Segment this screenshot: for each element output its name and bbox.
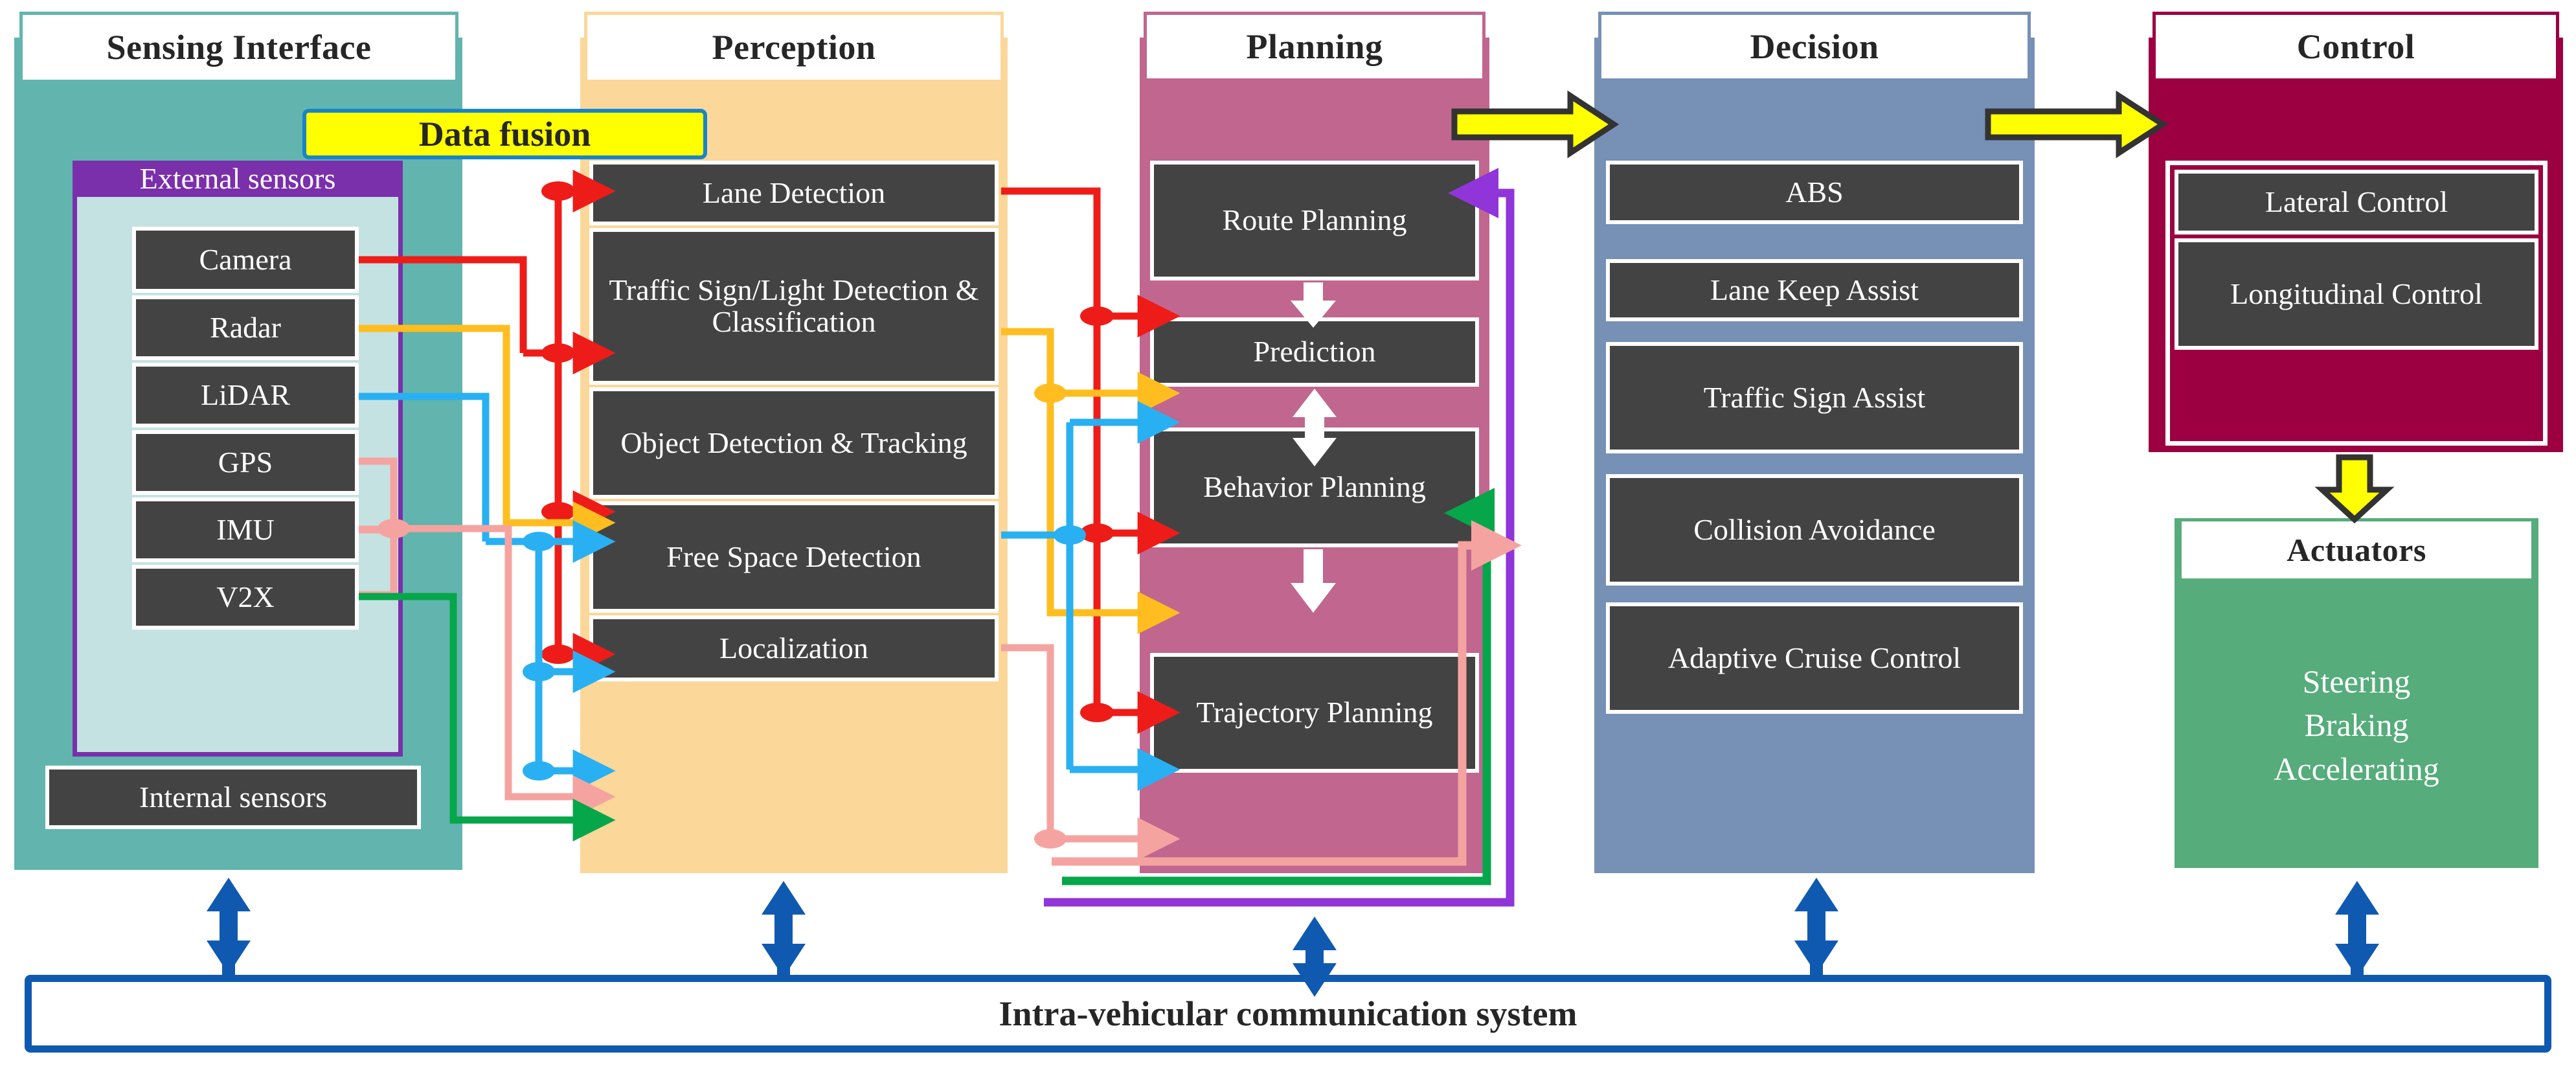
internal-sensors-label: Internal sensors	[139, 780, 327, 814]
planning-trajectory-planning-label: Trajectory Planning	[1196, 696, 1433, 729]
decision-lane-keep-assist-label: Lane Keep Assist	[1710, 273, 1919, 306]
bus-arrow-perception	[762, 881, 806, 977]
intra-vehicular-bus-label: Intra-vehicular communication system	[999, 994, 1577, 1033]
control-lateral-control-label: Lateral Control	[2265, 185, 2448, 218]
sensor-gps-label: GPS	[218, 445, 273, 479]
data-fusion-label: Data fusion	[418, 114, 591, 154]
sensor-v2x[interactable]: V2X	[132, 565, 359, 630]
perception-free-space[interactable]: Free Space Detection	[589, 501, 999, 613]
planning-prediction[interactable]: Prediction	[1150, 317, 1479, 387]
decision-traffic-sign-assist[interactable]: Traffic Sign Assist	[1606, 342, 2023, 453]
internal-sensors-block[interactable]: Internal sensors	[45, 766, 421, 829]
wire-camera-junctions	[541, 181, 575, 664]
control-header: Control	[2152, 12, 2559, 82]
sensing-interface-header-label: Sensing Interface	[106, 28, 372, 67]
decision-collision-avoidance-label: Collision Avoidance	[1693, 512, 1936, 546]
sensor-v2x-label: V2X	[216, 580, 275, 613]
wire-perception-red-junctions	[1080, 306, 1114, 722]
decision-header-label: Decision	[1750, 27, 1879, 66]
sensor-radar[interactable]: Radar	[132, 295, 359, 360]
perception-localization[interactable]: Localization	[589, 615, 999, 681]
wire-perception-yellow-junction	[1034, 383, 1067, 403]
planning-prediction-label: Prediction	[1253, 335, 1376, 369]
sensor-imu-label: IMU	[216, 512, 275, 546]
planning-route-planning[interactable]: Route Planning	[1150, 161, 1479, 280]
sensing-interface-header: Sensing Interface	[19, 12, 458, 83]
sensor-radar-label: Radar	[210, 310, 281, 344]
wire-perception-blue-junction	[1054, 525, 1086, 545]
perception-traffic-sign-light-label: Traffic Sign/Light Detection & Classific…	[609, 273, 979, 338]
perception-header: Perception	[584, 12, 1004, 83]
decision-header: Decision	[1598, 12, 2031, 82]
perception-lane-detection[interactable]: Lane Detection	[589, 161, 999, 225]
sensor-lidar-label: LiDAR	[201, 378, 290, 411]
planning-behavior-planning-label: Behavior Planning	[1203, 470, 1426, 504]
control-header-label: Control	[2296, 27, 2415, 66]
decision-adaptive-cruise-label: Adaptive Cruise Control	[1667, 641, 1961, 674]
actuators-body: Steering Braking Accelerating	[2175, 589, 2538, 861]
architecture-diagram: Sensing Interface External sensors Camer…	[0, 0, 2576, 1072]
sensor-camera[interactable]: Camera	[132, 227, 359, 293]
control-longitudinal-control[interactable]: Longitudinal Control	[2175, 238, 2538, 350]
wire-perception-pink	[1001, 644, 1181, 860]
perception-object-detection[interactable]: Object Detection & Tracking	[589, 387, 999, 499]
planning-behavior-planning[interactable]: Behavior Planning	[1150, 428, 1479, 547]
sensor-imu[interactable]: IMU	[132, 497, 359, 562]
bus-arrow-sensing	[207, 878, 251, 975]
bus-arrow-decision	[1794, 878, 1838, 975]
perception-localization-label: Localization	[719, 631, 868, 665]
perception-header-label: Perception	[712, 28, 876, 67]
bus-arrow-actuators	[2335, 881, 2379, 977]
planning-header-label: Planning	[1246, 27, 1383, 66]
planning-trajectory-planning[interactable]: Trajectory Planning	[1150, 653, 1479, 773]
data-fusion-badge[interactable]: Data fusion	[302, 109, 707, 159]
decision-collision-avoidance[interactable]: Collision Avoidance	[1606, 474, 2023, 586]
planning-route-planning-label: Route Planning	[1222, 203, 1407, 237]
decision-adaptive-cruise-control[interactable]: Adaptive Cruise Control	[1606, 602, 2023, 714]
intra-vehicular-bus-label-wrap: Intra-vehicular communication system	[25, 975, 2551, 1053]
control-longitudinal-control-label: Longitudinal Control	[2230, 277, 2483, 310]
sensor-gps[interactable]: GPS	[132, 430, 359, 495]
perception-traffic-sign-light[interactable]: Traffic Sign/Light Detection & Classific…	[589, 228, 999, 385]
decision-abs[interactable]: ABS	[1606, 161, 2023, 224]
wire-perception-red	[1001, 187, 1181, 734]
wire-perception-pink-junction	[1034, 829, 1067, 849]
wire-perception-blue	[1001, 401, 1181, 791]
external-sensors-title: External sensors	[73, 161, 403, 197]
control-lateral-control[interactable]: Lateral Control	[2175, 170, 2538, 234]
wire-perception-yellow	[1001, 328, 1181, 634]
actuators-header: Actuators	[2178, 518, 2535, 582]
perception-lane-detection-label: Lane Detection	[702, 176, 886, 209]
planning-header: Planning	[1144, 12, 1486, 82]
decision-lane-keep-assist[interactable]: Lane Keep Assist	[1606, 259, 2023, 321]
decision-abs-label: ABS	[1785, 175, 1844, 209]
sensor-camera-label: Camera	[199, 242, 292, 276]
decision-traffic-sign-assist-label: Traffic Sign Assist	[1703, 380, 1926, 414]
wire-lidar-junctions	[523, 532, 555, 781]
actuators-header-label: Actuators	[2287, 532, 2426, 568]
sensor-lidar[interactable]: LiDAR	[132, 363, 359, 428]
perception-object-detection-label: Object Detection & Tracking	[620, 426, 967, 459]
actuators-body-label: Steering Braking Accelerating	[2274, 663, 2439, 787]
external-sensors-title-label: External sensors	[139, 162, 336, 196]
perception-free-space-label: Free Space Detection	[666, 540, 921, 573]
yellow-arrow-control-to-actuators	[2314, 454, 2395, 524]
